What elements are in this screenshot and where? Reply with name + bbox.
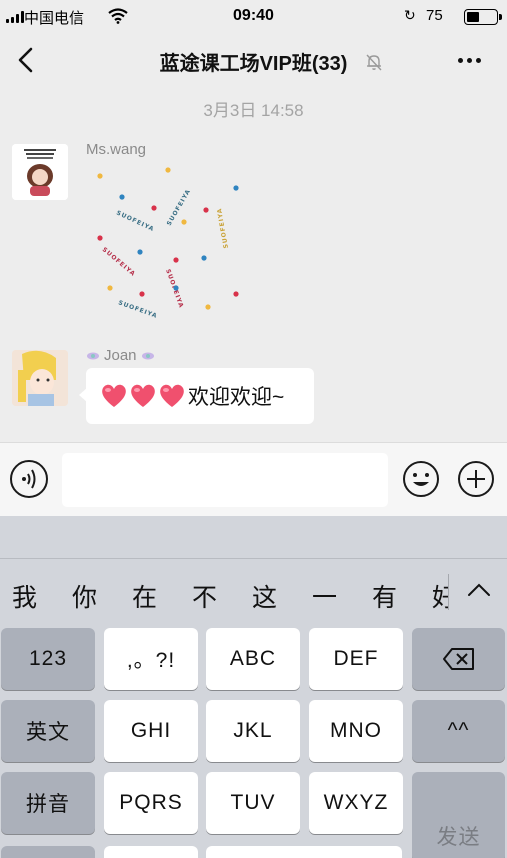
candidate-word[interactable]: 好 [432, 578, 448, 614]
avatar[interactable] [12, 144, 68, 200]
heart-emoji-group [100, 383, 186, 409]
more-dots-icon[interactable] [458, 58, 481, 63]
battery-icon [464, 9, 498, 25]
candidate-word[interactable]: 不 [192, 578, 217, 614]
chevron-up-icon[interactable] [466, 580, 492, 598]
backspace-key[interactable] [412, 628, 505, 690]
send-key[interactable]: 发送 [412, 772, 505, 858]
space-key[interactable] [206, 846, 402, 858]
sender-name-row: Joan [86, 347, 155, 364]
key-abc[interactable]: ABC [206, 628, 300, 690]
message-text: 欢迎欢迎~ [188, 386, 285, 409]
chat-timestamp: 3月3日 14:58 [203, 101, 304, 120]
key-mno[interactable]: MNO [309, 700, 403, 762]
svg-text:SUOFEIYA: SUOFEIYA [115, 209, 155, 233]
candidate-word[interactable]: 你 [72, 578, 97, 614]
key-row4[interactable] [104, 846, 198, 858]
voice-waves [22, 469, 36, 489]
sticker-image[interactable]: SUOFEIYA SUOFEIYA SUOFEIYA SUOFEIYA SUOF… [88, 164, 248, 324]
key-jkl[interactable]: JKL [206, 700, 300, 762]
candidate-word[interactable]: 一 [312, 578, 337, 614]
candidate-word[interactable]: 在 [132, 578, 157, 614]
key-wxyz[interactable]: WXYZ [309, 772, 403, 834]
heart-icon [131, 384, 155, 407]
key-row4-left[interactable] [1, 846, 95, 858]
svg-text:SUOFEIYA: SUOFEIYA [166, 188, 193, 227]
sparkle-icon [87, 352, 99, 359]
key-pinyin[interactable]: 拼音 [1, 772, 95, 834]
battery-tip [499, 14, 502, 20]
message-bubble[interactable]: 欢迎欢迎~ [79, 368, 314, 424]
candidate-word[interactable]: 我 [12, 578, 37, 614]
smiley-icon[interactable] [402, 460, 440, 498]
svg-text:SUOFEIYA: SUOFEIYA [117, 299, 158, 320]
input-bar [0, 442, 507, 516]
svg-text:SUOFEIYA: SUOFEIYA [216, 207, 230, 249]
key-123[interactable]: 123 [1, 628, 95, 690]
candidate-word[interactable]: 有 [372, 578, 397, 614]
message-input[interactable] [62, 453, 388, 507]
avatar-illustration [12, 144, 68, 200]
avatar-illustration [12, 350, 68, 406]
rotation-lock-icon: ↻ [404, 7, 416, 23]
avatar[interactable] [12, 350, 68, 406]
heart-icon [102, 384, 126, 407]
key-def[interactable]: DEF [309, 628, 403, 690]
key-emoticon[interactable]: ^^ [412, 700, 505, 762]
svg-text:SUOFEIYA: SUOFEIYA [101, 246, 137, 278]
backspace-icon [442, 648, 474, 670]
candidate-word[interactable]: 这 [252, 578, 277, 614]
status-bar: 中国电信 09:40 ↻ 75 [0, 0, 507, 34]
plus-circle-icon[interactable] [457, 460, 495, 498]
chat-title[interactable]: 蓝途课工场VIP班(33) [0, 47, 507, 76]
sparkle-icon [141, 352, 154, 359]
voice-icon[interactable] [10, 460, 48, 498]
candidate-divider [448, 574, 449, 610]
bell-off-icon [366, 54, 382, 71]
heart-icon [160, 384, 184, 407]
key-english[interactable]: 英文 [1, 700, 95, 762]
key-tuv[interactable]: TUV [206, 772, 300, 834]
sender-name: Joan [104, 347, 137, 364]
key-punctuation[interactable]: ,。?! [104, 628, 198, 690]
battery-percent: 75 [426, 7, 443, 24]
chat-header: 蓝途课工场VIP班(33) [0, 34, 507, 86]
sender-name: Ms.wang [86, 141, 147, 158]
key-pqrs[interactable]: PQRS [104, 772, 198, 834]
key-ghi[interactable]: GHI [104, 700, 198, 762]
